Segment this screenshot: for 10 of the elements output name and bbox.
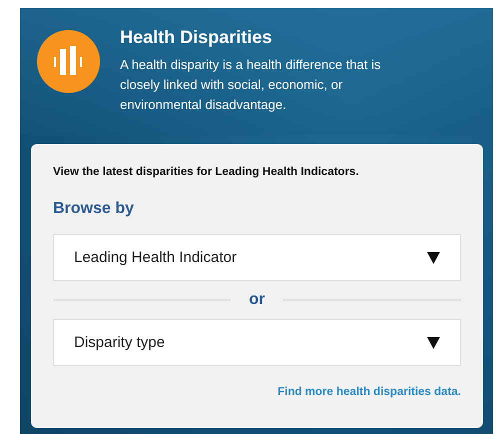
caret-icon [427, 336, 440, 349]
intro-text: View the latest disparities for Leading Health Indicators. [53, 166, 360, 178]
caret-icon [427, 251, 440, 264]
dropdown[interactable]: Leading Health Indicator [53, 234, 461, 281]
description-text: A health disparity is a health difference that is closely linked with social, economic, or environmental disadvantage. [120, 56, 382, 114]
bar-chart-logo-icon [37, 30, 100, 93]
dropdown[interactable]: Disparity type [53, 319, 461, 366]
panel-title: Health Disparities [120, 27, 274, 48]
browse-heading: Browse by [53, 200, 135, 218]
or-separator: or [249, 291, 265, 309]
